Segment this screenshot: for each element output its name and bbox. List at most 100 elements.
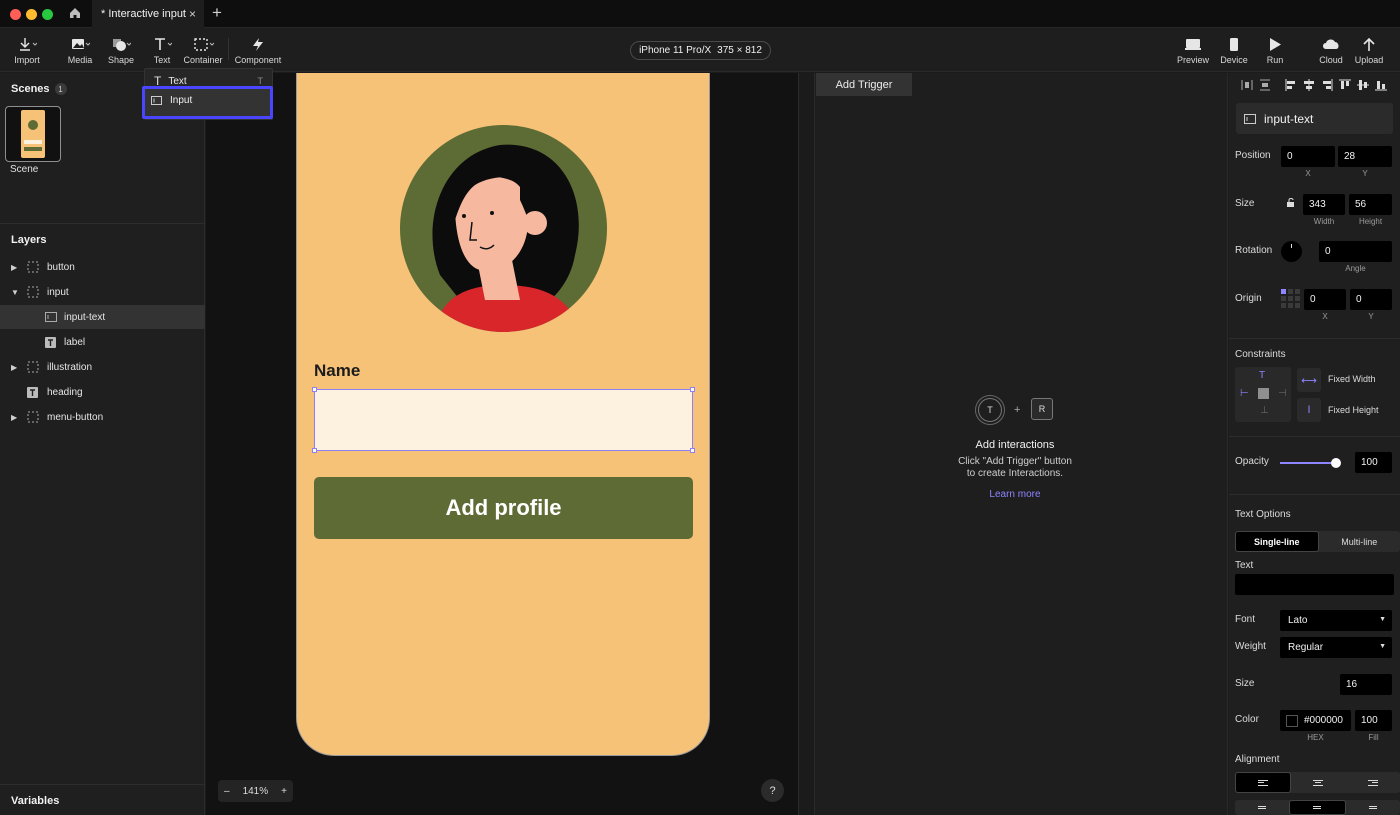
height-field[interactable]: 56 <box>1349 194 1392 215</box>
multi-line-option[interactable]: Multi-line <box>1319 531 1400 552</box>
new-tab-button[interactable]: + <box>212 4 222 22</box>
media-button[interactable]: Media <box>64 28 96 72</box>
resize-handle-top-left[interactable] <box>312 387 317 392</box>
distribute-horizontal-icon[interactable] <box>1241 79 1253 91</box>
layer-label[interactable]: label <box>0 330 205 354</box>
container-icon <box>27 286 39 298</box>
scene-thumbnail[interactable] <box>5 106 61 162</box>
expand-caret-icon[interactable]: ▶ <box>11 263 17 272</box>
tab-close-icon[interactable]: × <box>189 7 196 21</box>
run-button[interactable]: Run <box>1262 28 1288 72</box>
align-right-icon[interactable] <box>1321 79 1333 91</box>
expand-caret-icon[interactable]: ▶ <box>11 363 17 372</box>
expand-caret-icon[interactable]: ▶ <box>11 413 17 422</box>
resize-handle-bottom-right[interactable] <box>690 448 695 453</box>
text-align-top-icon[interactable] <box>1235 800 1289 815</box>
avatar-illustration[interactable] <box>400 125 607 332</box>
align-middle-v-icon[interactable] <box>1357 79 1369 91</box>
minimize-window-button[interactable] <box>26 9 37 20</box>
rotation-dial-icon[interactable] <box>1281 241 1302 262</box>
weight-select[interactable]: Regular ▼ <box>1280 637 1392 658</box>
distribute-vertical-icon[interactable] <box>1259 79 1271 91</box>
opacity-field[interactable]: 100 <box>1355 452 1392 473</box>
upload-button[interactable]: Upload <box>1353 28 1385 72</box>
component-button[interactable]: Component <box>235 28 281 72</box>
text-align-center-icon[interactable] <box>1291 772 1345 793</box>
fixed-width-toggle[interactable]: ⟷ <box>1297 368 1321 392</box>
design-canvas[interactable]: Name Add profile – 141% + ? <box>206 73 798 815</box>
component-icon <box>253 38 263 51</box>
origin-x-field[interactable]: 0 <box>1304 289 1346 310</box>
scene-preview <box>21 110 45 158</box>
variables-title[interactable]: Variables <box>11 795 59 807</box>
align-top-icon[interactable] <box>1339 79 1351 91</box>
container-button[interactable]: Container <box>183 28 223 72</box>
cloud-button[interactable]: Cloud <box>1316 28 1346 72</box>
add-profile-button[interactable]: Add profile <box>314 477 693 539</box>
layer-input[interactable]: ▼ input <box>0 280 205 304</box>
collapse-caret-icon[interactable]: ▼ <box>11 288 19 297</box>
constraint-left-pin-icon[interactable]: ⊢ <box>1240 388 1249 399</box>
text-align-middle-icon[interactable] <box>1289 800 1346 815</box>
close-window-button[interactable] <box>10 9 21 20</box>
dropdown-item-input[interactable]: Input <box>142 86 273 119</box>
layer-button[interactable]: ▶ button <box>0 255 205 279</box>
constraint-bottom-pin-icon[interactable]: ⊥ <box>1260 405 1269 416</box>
device-size: 375 × 812 <box>717 45 762 56</box>
selected-layer-name[interactable]: input-text <box>1236 103 1393 134</box>
import-button[interactable]: Import <box>11 28 43 72</box>
align-bottom-icon[interactable] <box>1375 79 1387 91</box>
align-left-icon[interactable] <box>1285 79 1297 91</box>
color-fill-field[interactable]: 100 <box>1355 710 1392 731</box>
text-align-right-icon[interactable] <box>1346 772 1400 793</box>
opacity-slider-knob[interactable] <box>1331 458 1341 468</box>
device-button[interactable]: Device <box>1218 28 1250 72</box>
constraints-label: Constraints <box>1235 349 1286 360</box>
zoom-level[interactable]: 141% <box>243 786 269 797</box>
device-selector[interactable]: iPhone 11 Pro/X 375 × 812 <box>630 41 771 60</box>
text-value-field[interactable] <box>1235 574 1394 595</box>
resize-handle-bottom-left[interactable] <box>312 448 317 453</box>
width-field[interactable]: 343 <box>1303 194 1345 215</box>
aspect-lock-icon[interactable] <box>1286 198 1296 211</box>
home-icon[interactable] <box>68 6 82 20</box>
color-hex-field[interactable]: #000000 <box>1280 710 1351 731</box>
add-trigger-button[interactable]: Add Trigger <box>816 73 912 96</box>
zoom-out-button[interactable]: – <box>224 786 230 797</box>
single-line-option[interactable]: Single-line <box>1235 531 1319 552</box>
zoom-window-button[interactable] <box>42 9 53 20</box>
color-swatch[interactable] <box>1286 714 1298 727</box>
section-divider <box>1229 338 1400 339</box>
text-button[interactable]: Text <box>146 28 178 72</box>
align-center-h-icon[interactable] <box>1303 79 1315 91</box>
position-y-field[interactable]: 28 <box>1338 146 1392 167</box>
zoom-in-button[interactable]: + <box>281 786 287 797</box>
layer-heading[interactable]: heading <box>0 380 205 404</box>
layer-input-text[interactable]: input-text <box>0 305 205 329</box>
resize-handle-top-right[interactable] <box>690 387 695 392</box>
fixed-height-toggle[interactable]: I <box>1297 398 1321 422</box>
position-x-field[interactable]: 0 <box>1281 146 1335 167</box>
text-align-left-icon[interactable] <box>1235 772 1292 793</box>
constraint-top-pin-icon[interactable]: T <box>1259 370 1265 381</box>
color-hex-value: #000000 <box>1304 715 1343 726</box>
text-align-bottom-icon[interactable] <box>1346 800 1400 815</box>
font-size-field[interactable]: 16 <box>1340 674 1392 695</box>
text-layer-icon <box>27 386 38 398</box>
help-button[interactable]: ? <box>761 779 784 802</box>
constraints-widget[interactable]: T ⊢ ⊣ ⊥ <box>1235 367 1291 422</box>
rotation-angle-field[interactable]: 0 <box>1319 241 1392 262</box>
layer-illustration[interactable]: ▶ illustration <box>0 355 205 379</box>
shape-button[interactable]: Shape <box>105 28 137 72</box>
document-tab[interactable]: * Interactive input × <box>92 0 204 28</box>
origin-y-field[interactable]: 0 <box>1350 289 1392 310</box>
constraint-right-pin-icon[interactable]: ⊣ <box>1278 388 1287 399</box>
phone-frame[interactable]: Name Add profile <box>296 73 710 756</box>
learn-more-link[interactable]: Learn more <box>915 489 1115 500</box>
component-label: Component <box>234 55 282 65</box>
origin-grid-icon[interactable] <box>1281 289 1301 312</box>
font-select[interactable]: Lato ▼ <box>1280 610 1392 631</box>
name-input[interactable] <box>312 387 695 453</box>
preview-button[interactable]: Preview <box>1176 28 1210 72</box>
layer-menu-button[interactable]: ▶ menu-button <box>0 405 205 429</box>
